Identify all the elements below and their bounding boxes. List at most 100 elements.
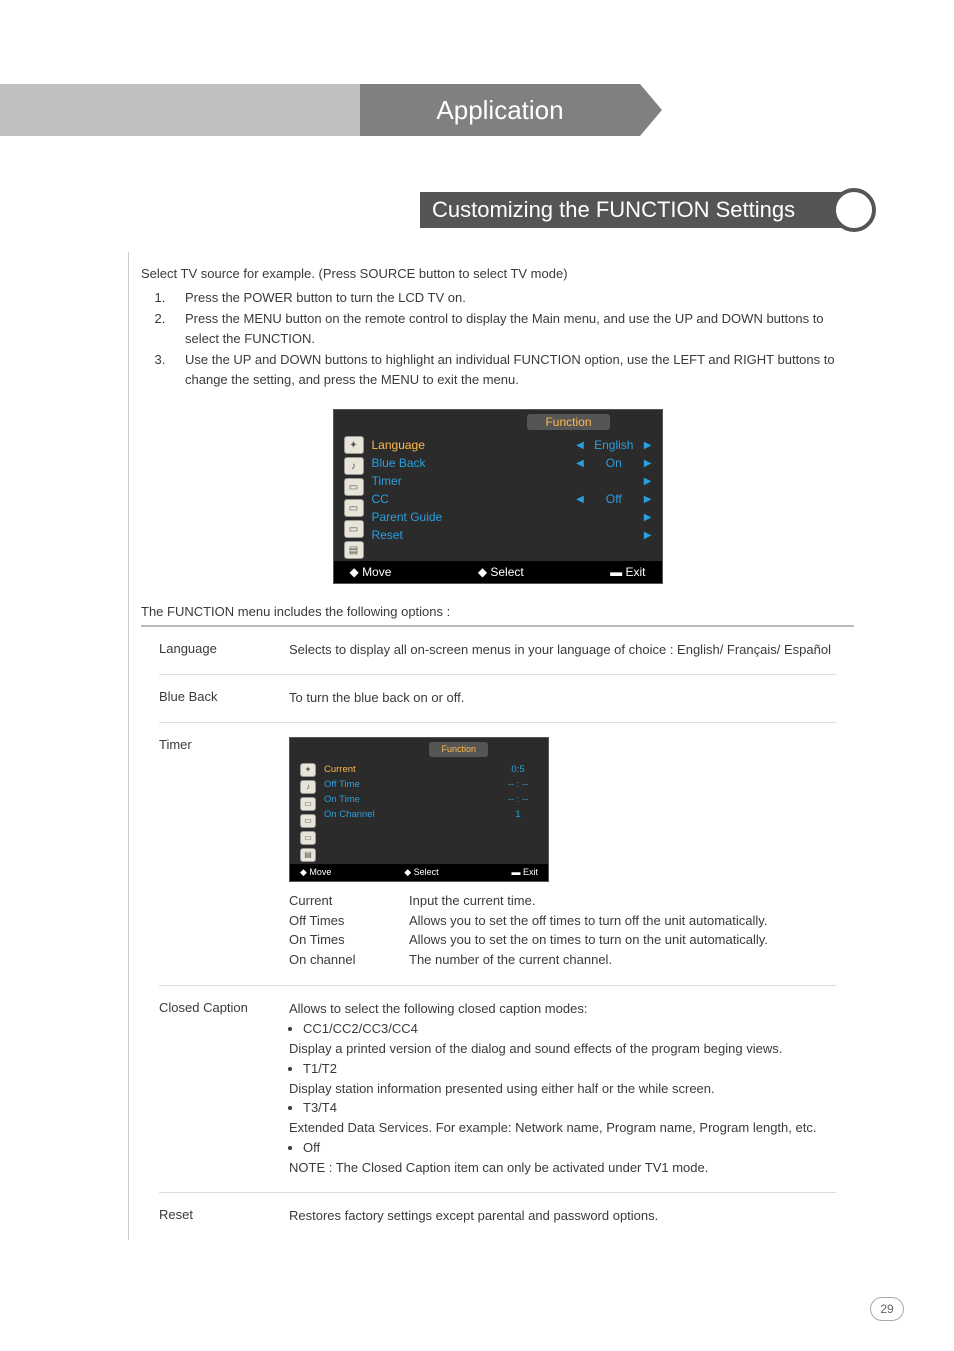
osd-row-onchannel[interactable]: On Channel1 [324, 807, 538, 822]
option-row-language: Language Selects to display all on-scree… [159, 627, 836, 675]
osd-row-label: Reset [372, 528, 542, 542]
cc-note: NOTE : The Closed Caption item can only … [289, 1159, 836, 1178]
intro-step: Press the POWER button to turn the LCD T… [169, 288, 854, 308]
osd-tab-icon: ▤ [344, 541, 364, 559]
timer-definitions: CurrentInput the current time. Off Times… [289, 892, 836, 970]
timer-def-val: Input the current time. [409, 892, 535, 911]
osd-foot-move: ◆ Move [300, 866, 331, 879]
right-arrow-icon: ▶ [644, 476, 652, 487]
section-title: Customizing the FUNCTION Settings [432, 197, 795, 223]
cc-text: Display station information presented us… [289, 1080, 836, 1099]
section-banner-circle-icon [832, 188, 876, 232]
option-label: Timer [159, 737, 289, 971]
intro-lead: Select TV source for example. (Press SOU… [141, 264, 854, 284]
options-table: Language Selects to display all on-scree… [141, 625, 854, 1240]
osd-tab-icon: ♪ [344, 457, 364, 475]
option-row-closed-caption: Closed Caption Allows to select the foll… [159, 986, 836, 1193]
osd-foot-move: ◆ Move [350, 565, 392, 579]
option-desc: To turn the blue back on or off. [289, 689, 836, 708]
option-desc: Selects to display all on-screen menus i… [289, 641, 836, 660]
cc-bullet: CC1/CC2/CC3/CC4 [303, 1020, 836, 1039]
osd-row-blueback[interactable]: Blue Back ◀ On ▶ [372, 454, 652, 472]
osd-row-value: English [594, 438, 634, 452]
right-arrow-icon: ▶ [644, 512, 652, 523]
osd-tab-icon: ✦ [344, 436, 364, 454]
timer-def-val: The number of the current channel. [409, 951, 612, 970]
osd-tab-icon: ▭ [344, 499, 364, 517]
osd-row-label: CC [372, 492, 542, 506]
osd-row-timer[interactable]: Timer ▶ [372, 472, 652, 490]
osd-tab-icon: ▭ [344, 520, 364, 538]
osd-row-parent-guide[interactable]: Parent Guide ▶ [372, 508, 652, 526]
osd-row-value: Off [594, 492, 634, 506]
option-label: Language [159, 641, 289, 660]
timer-def-key: Off Times [289, 912, 409, 931]
timer-def-key: On Times [289, 931, 409, 950]
osd-tab-icons: ✦ ♪ ▭ ▭ ▭ ▤ [300, 763, 316, 862]
osd-tab-icon: ▭ [300, 797, 316, 811]
option-row-reset: Reset Restores factory settings except p… [159, 1193, 836, 1240]
timer-def-key: Current [289, 892, 409, 911]
osd-tab-icon: ▭ [300, 814, 316, 828]
osd-foot-exit: ▬ Exit [610, 565, 645, 579]
osd-row-offtime[interactable]: Off Time-- : -- [324, 778, 538, 793]
osd-tab-icon: ✦ [300, 763, 316, 777]
header-triangle-right [640, 84, 662, 136]
option-row-timer: Timer Function ✦ ♪ ▭ ▭ ▭ ▤ [159, 723, 836, 986]
osd-row-cc[interactable]: CC ◀ Off ▶ [372, 490, 652, 508]
left-arrow-icon: ◀ [576, 440, 584, 451]
intro-step: Use the UP and DOWN buttons to highlight… [169, 350, 854, 389]
osd-tab-icon: ▤ [300, 848, 316, 862]
osd-row-label: Language [372, 438, 542, 452]
osd-footer: ◆ Move ◆ Select ▬ Exit [290, 864, 548, 881]
osd-row-reset[interactable]: Reset ▶ [372, 526, 652, 544]
osd-foot-select: ◆ Select [404, 866, 438, 879]
osd-tab-icon: ▭ [344, 478, 364, 496]
option-desc: Allows to select the following closed ca… [289, 1000, 836, 1178]
option-label: Closed Caption [159, 1000, 289, 1178]
cc-bullet: T3/T4 [303, 1099, 836, 1118]
section-banner: Customizing the FUNCTION Settings [420, 192, 854, 228]
osd-title: Function [429, 742, 488, 757]
osd-function-menu: Function ✦ ♪ ▭ ▭ ▭ ▤ Language ◀English▶ … [333, 409, 663, 584]
osd-timer-menu: Function ✦ ♪ ▭ ▭ ▭ ▤ Current0:5 Off Ti [289, 737, 549, 882]
osd-foot-exit: ▬ Exit [511, 866, 538, 879]
osd-foot-select: ◆ Select [478, 565, 524, 579]
osd-row-ontime[interactable]: On Time-- : -- [324, 792, 538, 807]
timer-def-val: Allows you to set the off times to turn … [409, 912, 767, 931]
options-lead: The FUNCTION menu includes the following… [141, 604, 854, 619]
option-label: Blue Back [159, 689, 289, 708]
option-label: Reset [159, 1207, 289, 1226]
osd-row-label: Blue Back [372, 456, 542, 470]
osd-title: Function [527, 414, 609, 430]
option-row-blueback: Blue Back To turn the blue back on or of… [159, 675, 836, 723]
timer-def-val: Allows you to set the on times to turn o… [409, 931, 768, 950]
left-arrow-icon: ◀ [576, 458, 584, 469]
osd-tab-icon: ▭ [300, 831, 316, 845]
cc-bullet: T1/T2 [303, 1060, 836, 1079]
header-gray-band [0, 84, 360, 136]
content-area: Select TV source for example. (Press SOU… [128, 252, 854, 1240]
osd-row-label: Parent Guide [372, 510, 542, 524]
right-arrow-icon: ▶ [644, 494, 652, 505]
right-arrow-icon: ▶ [644, 440, 652, 451]
cc-text: Display a printed version of the dialog … [289, 1040, 836, 1059]
left-arrow-icon: ◀ [576, 494, 584, 505]
cc-bullet: Off [303, 1139, 836, 1158]
right-arrow-icon: ▶ [644, 458, 652, 469]
osd-row-value: On [594, 456, 634, 470]
cc-lead: Allows to select the following closed ca… [289, 1000, 836, 1019]
osd-row-label: Timer [372, 474, 542, 488]
cc-text: Extended Data Services. For example: Net… [289, 1119, 836, 1138]
intro-step: Press the MENU button on the remote cont… [169, 309, 854, 348]
app-title: Application [436, 95, 563, 126]
app-title-bar: Application [360, 84, 640, 136]
timer-def-key: On channel [289, 951, 409, 970]
right-arrow-icon: ▶ [644, 530, 652, 541]
page-number: 29 [870, 1297, 904, 1321]
option-desc: Function ✦ ♪ ▭ ▭ ▭ ▤ Current0:5 Off Ti [289, 737, 836, 971]
osd-row-current[interactable]: Current0:5 [324, 763, 538, 778]
osd-row-language[interactable]: Language ◀ English ▶ [372, 436, 652, 454]
option-desc: Restores factory settings except parenta… [289, 1207, 836, 1226]
osd-footer: ◆ Move ◆ Select ▬ Exit [334, 561, 662, 583]
